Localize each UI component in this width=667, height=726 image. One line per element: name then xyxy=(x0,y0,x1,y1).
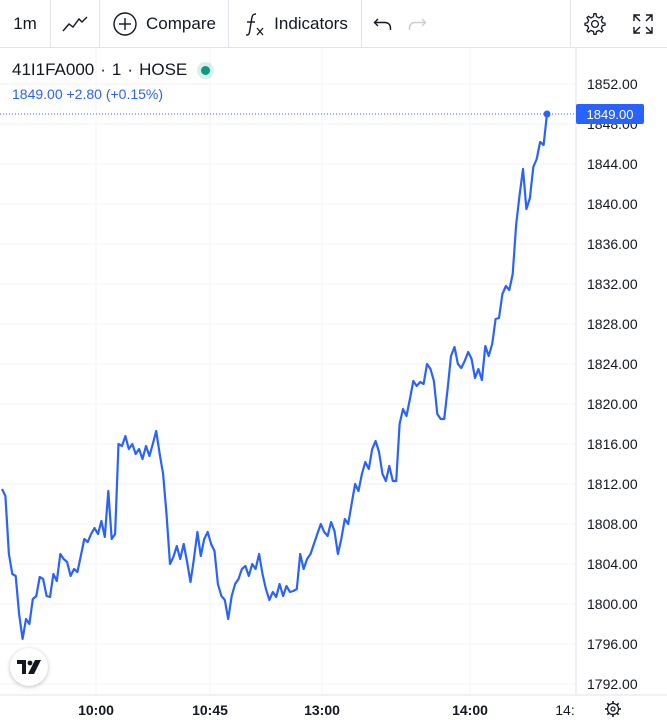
fullscreen-button[interactable] xyxy=(619,0,667,48)
y-tick-label: 1812.00 xyxy=(587,476,638,492)
y-tick-label: 1844.00 xyxy=(587,156,638,172)
toolbar-divider xyxy=(361,0,362,48)
settings-button[interactable] xyxy=(571,0,619,48)
y-tick-label: 1804.00 xyxy=(587,556,638,572)
last-price-point xyxy=(543,110,551,118)
redo-button[interactable] xyxy=(400,0,434,48)
tradingview-logo-icon xyxy=(17,660,41,674)
plus-circle-icon xyxy=(113,11,137,36)
y-tick-label: 1840.00 xyxy=(587,196,638,212)
x-tick-label: 14: xyxy=(555,702,574,718)
x-tick-label: 14:00 xyxy=(452,702,488,718)
legend-separator: · xyxy=(100,60,106,79)
function-icon xyxy=(246,12,264,36)
undo-icon xyxy=(373,18,392,30)
last-price-badge: 1849.00 xyxy=(576,104,644,124)
chart-style-button[interactable] xyxy=(51,0,99,48)
time-axis[interactable]: 10:00 10:45 13:00 14:00 14: xyxy=(78,702,575,718)
x-tick-label: 10:45 xyxy=(192,702,228,718)
price-change-value: +2.80 xyxy=(66,86,102,102)
y-tick-label: 1832.00 xyxy=(587,276,638,292)
compare-button[interactable]: Compare xyxy=(100,0,228,48)
x-tick-label: 13:00 xyxy=(304,702,340,718)
gear-icon xyxy=(584,12,606,35)
y-tick-label: 1852.00 xyxy=(587,76,638,92)
y-tick-label: 1816.00 xyxy=(587,436,638,452)
legend-interval: 1 xyxy=(111,60,122,79)
y-tick-label: 1820.00 xyxy=(587,396,638,412)
price-series-line xyxy=(1,113,549,641)
line-chart-icon xyxy=(62,16,88,31)
redo-icon xyxy=(408,18,427,30)
tradingview-logo[interactable] xyxy=(10,648,48,686)
y-tick-label: 1828.00 xyxy=(587,316,638,332)
indicators-label: Indicators xyxy=(274,13,348,33)
time-axis-settings-button[interactable] xyxy=(605,701,621,717)
indicators-button[interactable]: Indicators xyxy=(229,0,361,48)
y-tick-label: 1836.00 xyxy=(587,236,638,252)
top-toolbar: 1m Compare Indicators xyxy=(0,0,667,48)
compare-label: Compare xyxy=(146,13,216,33)
price-chart[interactable]: 1852.001848.001844.001840.001836.001832.… xyxy=(0,48,667,726)
market-status-dot xyxy=(201,65,211,75)
price-change-percent: (+0.15%) xyxy=(105,86,164,102)
gear-icon xyxy=(606,702,620,716)
exchange-name: HOSE xyxy=(139,60,188,79)
legend-separator: · xyxy=(127,60,134,79)
last-price-label: 1849.00 xyxy=(587,107,634,122)
grid xyxy=(0,48,576,695)
y-tick-label: 1824.00 xyxy=(587,356,638,372)
y-tick-label: 1800.00 xyxy=(587,596,638,612)
price-axis[interactable]: 1852.001848.001844.001840.001836.001832.… xyxy=(587,76,638,692)
x-tick-label: 10:00 xyxy=(78,702,114,718)
last-price-value: 1849.00 xyxy=(12,86,63,102)
chart-legend: 41I1FA000 · 1 · HOSE 1849.00 +2.80 (+0.1… xyxy=(12,60,211,102)
y-tick-label: 1792.00 xyxy=(587,676,638,692)
y-tick-label: 1808.00 xyxy=(587,516,638,532)
symbol-name[interactable]: 41I1FA000 xyxy=(12,60,94,80)
y-tick-label: 1796.00 xyxy=(587,636,638,652)
interval-label: 1m xyxy=(13,13,37,33)
undo-button[interactable] xyxy=(366,0,400,48)
fullscreen-icon xyxy=(633,13,653,34)
interval-button[interactable]: 1m xyxy=(0,0,50,48)
